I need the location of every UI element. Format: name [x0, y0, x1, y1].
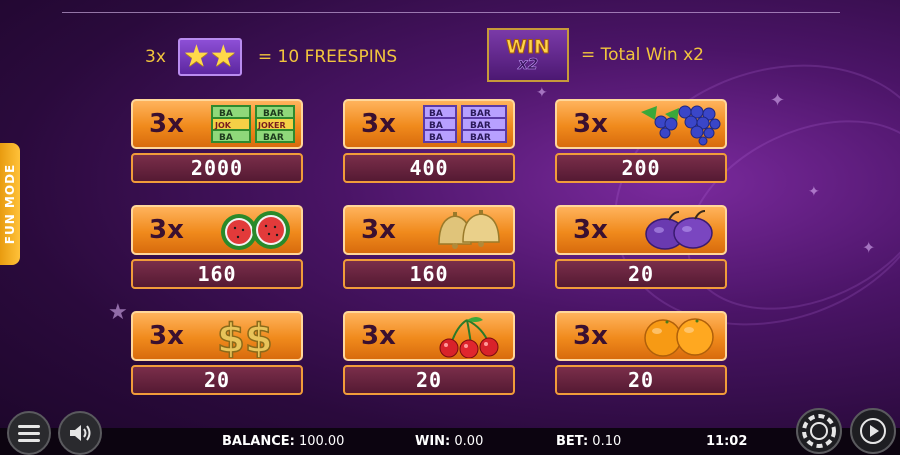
- win-label: WIN:: [415, 434, 451, 449]
- tile-quantity: 3x: [573, 321, 608, 351]
- balance-display: BALANCE: 100.00: [222, 434, 344, 449]
- sparkle-icon: ✦: [536, 85, 548, 101]
- top-divider: [62, 12, 840, 13]
- tile-quantity: 3x: [149, 109, 184, 139]
- status-bar: BALANCE: 100.00 WIN: 0.00 BET: 0.10 11:0…: [0, 428, 900, 455]
- fun-mode-label: FUN MODE: [3, 163, 17, 245]
- clock: 11:02: [706, 434, 748, 449]
- sparkle-icon: ✦: [770, 90, 786, 111]
- bar-label: BA: [219, 109, 233, 119]
- sparkle-icon: ✦: [862, 238, 876, 257]
- paytable-tile-bar: 3x BA BAR BA BAR BA BAR 400: [343, 99, 515, 183]
- hamburger-icon: [18, 425, 40, 442]
- paytable-tile-cherries: 3x 20: [343, 311, 515, 395]
- plums-icon: [633, 208, 723, 252]
- paytable-tile-watermelon: 3x 160: [131, 205, 303, 289]
- oranges-icon: [633, 314, 723, 358]
- bar-joker-icon: BA BAR JOK JOKER BA BAR: [209, 102, 299, 146]
- bar-label: BAR: [470, 121, 491, 131]
- sparkle-icon: ★: [108, 300, 128, 325]
- tile-symbol-panel: 3x $$: [131, 311, 303, 361]
- bar-label: BAR: [470, 109, 491, 119]
- bet-display: BET: 0.10: [556, 434, 621, 449]
- paytable-tile-bells: 3x 160: [343, 205, 515, 289]
- tile-symbol-panel: 3x: [555, 205, 727, 255]
- tile-payout: 20: [343, 365, 515, 395]
- paytable-tile-dollar: 3x $$ 20: [131, 311, 303, 395]
- tile-payout: 400: [343, 153, 515, 183]
- paytable-tile-oranges: 3x 20: [555, 311, 727, 395]
- tile-quantity: 3x: [361, 109, 396, 139]
- tile-symbol-panel: 3x: [343, 205, 515, 255]
- tile-symbol-panel: 3x: [555, 99, 727, 149]
- bet-chip-button[interactable]: [796, 408, 842, 454]
- autoplay-button[interactable]: [850, 408, 896, 454]
- win-value: 0.00: [454, 434, 484, 449]
- bar-label: BA: [429, 109, 443, 119]
- dollar-signs: $$: [217, 316, 273, 358]
- balance-label: BALANCE:: [222, 434, 295, 449]
- joker-label: JOK: [214, 121, 232, 130]
- menu-button[interactable]: [7, 411, 51, 455]
- play-icon: [860, 418, 886, 444]
- paytable-tile-grapes: 3x 200: [555, 99, 727, 183]
- speaker-icon: [70, 425, 91, 441]
- wild-rule: WIN x2 = Total Win x2: [487, 27, 704, 83]
- grapes-icon: [633, 102, 723, 146]
- bar-label: BA: [429, 121, 443, 131]
- tile-symbol-panel: 3x BA BAR BA BAR BA BAR: [343, 99, 515, 149]
- win-multiplier-text: = Total Win x2: [581, 45, 704, 65]
- win-display: WIN: 0.00: [415, 434, 483, 449]
- freespins-rule: 3x ★ ★ = 10 FREESPINS: [145, 34, 397, 80]
- scatter-stars-icon: ★ ★: [177, 38, 242, 76]
- bells-icon: [421, 208, 511, 252]
- bar-label: BA: [219, 133, 233, 143]
- watermelon-icon: [209, 208, 299, 252]
- sparkle-icon: ✦: [808, 184, 820, 200]
- bar-label: BA: [429, 133, 443, 143]
- bet-label: BET:: [556, 434, 589, 449]
- freespins-text: = 10 FREESPINS: [257, 47, 398, 67]
- tile-payout: 2000: [131, 153, 303, 183]
- tile-quantity: 3x: [149, 215, 184, 245]
- tile-quantity: 3x: [573, 215, 608, 245]
- bet-value: 0.10: [592, 434, 622, 449]
- paytable-tile-plums: 3x 20: [555, 205, 727, 289]
- freespins-count: 3x: [145, 47, 166, 67]
- tile-symbol-panel: 3x: [131, 205, 303, 255]
- tile-payout: 20: [555, 365, 727, 395]
- tile-payout: 200: [555, 153, 727, 183]
- balance-value: 100.00: [298, 434, 345, 449]
- dollar-icon: $$: [209, 314, 299, 358]
- joker-label: JOKER: [257, 121, 286, 130]
- win-logo-multiplier: x2: [517, 55, 539, 73]
- tile-symbol-panel: 3x: [555, 311, 727, 361]
- tile-payout: 20: [131, 365, 303, 395]
- bar-label: BAR: [263, 109, 284, 119]
- fun-mode-tab[interactable]: FUN MODE: [0, 143, 20, 265]
- paytable-tile-bar-joker: 3x BA BAR JOK JOKER BA BAR 2000: [131, 99, 303, 183]
- bar-label: BAR: [263, 133, 284, 143]
- bar-icon: BA BAR BA BAR BA BAR: [421, 102, 511, 146]
- tile-quantity: 3x: [149, 321, 184, 351]
- tile-quantity: 3x: [361, 321, 396, 351]
- tile-payout: 160: [343, 259, 515, 289]
- cherries-icon: [421, 314, 511, 358]
- chip-icon: [802, 414, 836, 448]
- tile-symbol-panel: 3x: [343, 311, 515, 361]
- tile-payout: 160: [131, 259, 303, 289]
- tile-payout: 20: [555, 259, 727, 289]
- tile-quantity: 3x: [361, 215, 396, 245]
- win-x2-icon: WIN x2: [487, 28, 569, 82]
- tile-quantity: 3x: [573, 109, 608, 139]
- sound-button[interactable]: [58, 411, 102, 455]
- bar-label: BAR: [470, 133, 491, 143]
- tile-symbol-panel: 3x BA BAR JOK JOKER BA BAR: [131, 99, 303, 149]
